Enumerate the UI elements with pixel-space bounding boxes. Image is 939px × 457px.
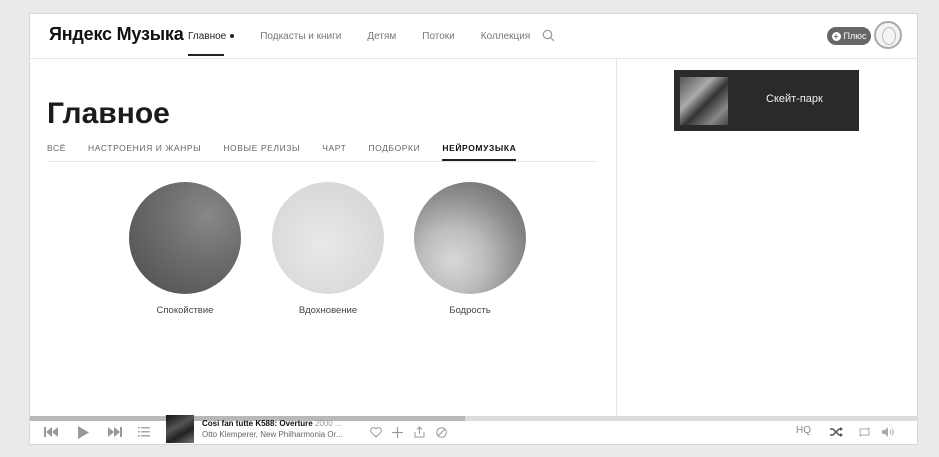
block-icon[interactable] bbox=[436, 423, 447, 441]
share-icon[interactable] bbox=[414, 423, 425, 441]
mood-disc[interactable] bbox=[414, 182, 526, 294]
mood-energy[interactable]: Бодрость bbox=[410, 182, 530, 316]
mood-label: Спокойствие bbox=[156, 305, 214, 316]
track-year: 2000 ... bbox=[314, 419, 342, 428]
column-divider bbox=[616, 59, 617, 415]
promo-title: Скейт-парк bbox=[766, 93, 823, 105]
tab-all[interactable]: ВСЁ bbox=[47, 143, 66, 161]
plus-badge[interactable]: + Плюс bbox=[827, 27, 871, 45]
tab-moods-genres[interactable]: НАСТРОЕНИЯ И ЖАНРЫ bbox=[88, 143, 201, 161]
category-tabs: ВСЁ НАСТРОЕНИЯ И ЖАНРЫ НОВЫЕ РЕЛИЗЫ ЧАРТ… bbox=[47, 143, 597, 162]
search-icon[interactable] bbox=[542, 29, 555, 42]
add-icon[interactable] bbox=[392, 423, 403, 441]
header: Яндекс Музыка Главное Подкасты и книги Д… bbox=[30, 14, 917, 59]
track-artist[interactable]: Otto Klemperer, New Philharmonia Or... bbox=[202, 429, 343, 440]
mood-inspiration[interactable]: Вдохновение bbox=[268, 182, 388, 316]
logo[interactable]: Яндекс Музыка bbox=[49, 24, 184, 45]
tab-chart[interactable]: ЧАРТ bbox=[322, 143, 346, 161]
track-info[interactable]: Cosi fan tutte K588: Overture 2000 ... O… bbox=[202, 418, 343, 440]
promo-cover bbox=[680, 77, 728, 125]
nav-item-main[interactable]: Главное bbox=[188, 31, 235, 56]
heart-icon[interactable] bbox=[370, 423, 382, 441]
player-bar: Cosi fan tutte K588: Overture 2000 ... O… bbox=[30, 415, 917, 444]
play-icon[interactable] bbox=[78, 423, 89, 441]
plus-label: Плюс bbox=[843, 31, 867, 41]
tab-new-releases[interactable]: НОВЫЕ РЕЛИЗЫ bbox=[223, 143, 300, 161]
main-content: Главное ВСЁ НАСТРОЕНИЯ И ЖАНРЫ НОВЫЕ РЕЛ… bbox=[30, 59, 616, 415]
queue-icon[interactable] bbox=[138, 423, 150, 441]
tab-collections[interactable]: ПОДБОРКИ bbox=[368, 143, 420, 161]
page-title: Главное bbox=[47, 97, 170, 130]
nav-item-podcasts[interactable]: Подкасты и книги bbox=[260, 31, 341, 42]
repeat-icon[interactable] bbox=[858, 423, 871, 441]
volume-icon[interactable] bbox=[882, 423, 896, 441]
mood-label: Вдохновение bbox=[298, 305, 358, 316]
plus-icon: + bbox=[831, 31, 841, 41]
avatar[interactable] bbox=[874, 21, 902, 49]
quality-label: HQ bbox=[796, 425, 811, 436]
mood-disc[interactable] bbox=[129, 182, 241, 294]
mood-label: Бодрость bbox=[449, 305, 491, 316]
previous-icon[interactable] bbox=[44, 423, 58, 441]
track-title[interactable]: Cosi fan tutte K588: Overture bbox=[202, 419, 313, 428]
nav-item-collection[interactable]: Коллекция bbox=[481, 31, 531, 42]
track-cover[interactable] bbox=[166, 415, 194, 443]
app-window: Яндекс Музыка Главное Подкасты и книги Д… bbox=[30, 14, 917, 444]
nav-item-kids[interactable]: Детям bbox=[367, 31, 396, 42]
main-nav: Главное Подкасты и книги Детям Потоки Ко… bbox=[188, 31, 556, 56]
promo-card[interactable]: Скейт-парк bbox=[674, 70, 859, 131]
quality-toggle[interactable]: HQ bbox=[796, 425, 811, 436]
active-dot bbox=[230, 34, 235, 39]
mood-calm[interactable]: Спокойствие bbox=[125, 182, 245, 316]
nav-item-streams[interactable]: Потоки bbox=[422, 31, 455, 42]
shuffle-icon[interactable] bbox=[830, 423, 843, 441]
next-icon[interactable] bbox=[108, 423, 122, 441]
mood-disc[interactable] bbox=[272, 182, 384, 294]
tab-neuromusic[interactable]: НЕЙРОМУЗЫКА bbox=[442, 143, 517, 161]
